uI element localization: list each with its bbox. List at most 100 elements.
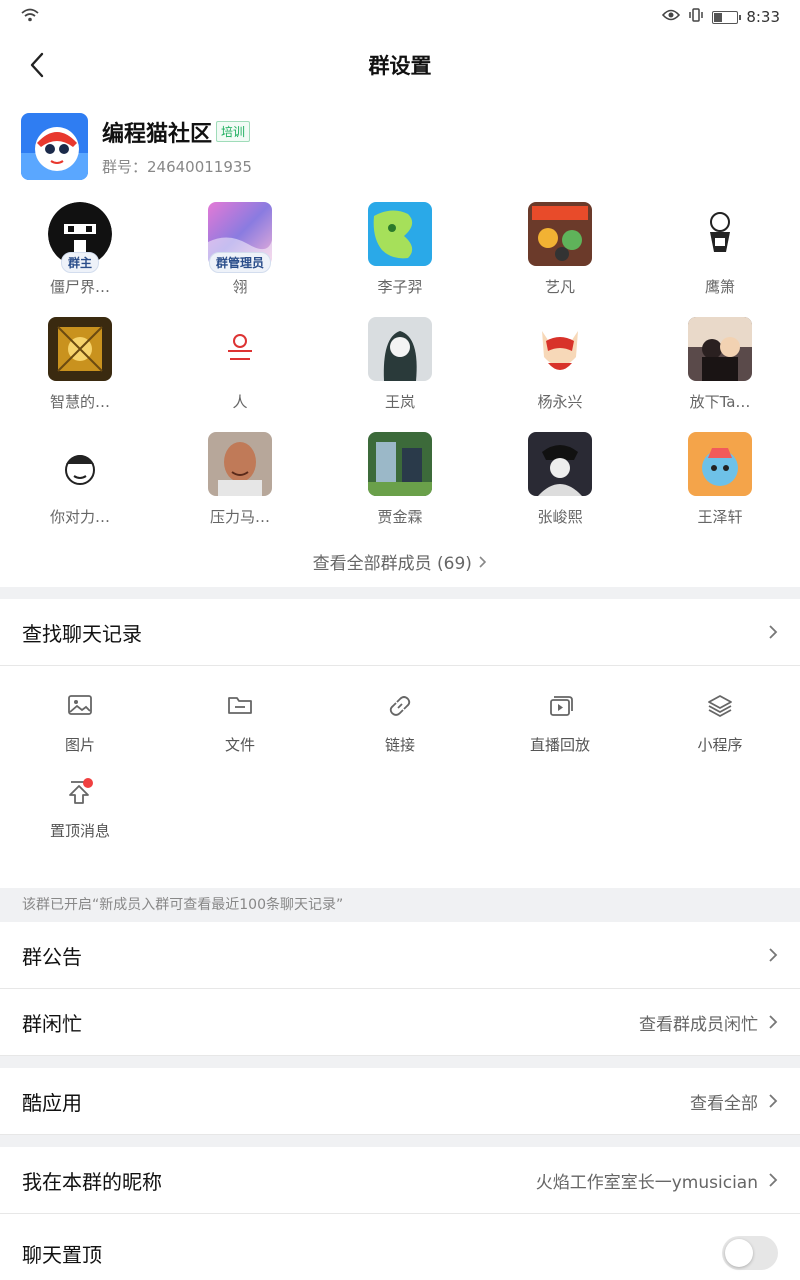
- member-avatar: [368, 432, 432, 496]
- member-name: 王岚: [384, 393, 415, 411]
- tool-label: 文件: [224, 736, 255, 754]
- navigation-bar: 群设置: [0, 34, 800, 96]
- tool-link[interactable]: 链接: [320, 692, 480, 778]
- member-avatar: [48, 317, 112, 381]
- member-name: 人: [232, 393, 248, 411]
- tool-live-replay[interactable]: 直播回放: [480, 692, 640, 778]
- member-item[interactable]: 智慧的…: [0, 317, 160, 432]
- vibrate-icon: [688, 7, 704, 27]
- member-name: 张峻熙: [537, 508, 583, 526]
- member-avatar-wrap: [520, 317, 600, 387]
- group-header[interactable]: 编程猫社区 培训 群号：24640011935: [0, 96, 800, 180]
- member-item[interactable]: 压力马…: [160, 432, 320, 547]
- member-name: 李子羿: [377, 278, 423, 296]
- member-name: 艺凡: [544, 278, 575, 296]
- folder-icon: [226, 692, 254, 724]
- battery-level: [714, 12, 722, 22]
- group-nickname-label: 我在本群的昵称: [22, 1169, 162, 1194]
- busy-status-row[interactable]: 群闲忙 查看群成员闲忙: [0, 989, 800, 1056]
- member-avatar-wrap: [680, 432, 760, 502]
- member-item[interactable]: 贾金霖: [320, 432, 480, 547]
- tool-label: 图片: [64, 736, 95, 754]
- group-type-tag: 培训: [216, 121, 251, 142]
- member-name: 僵尸界…: [49, 278, 110, 296]
- battery-icon: [712, 10, 742, 24]
- member-name: 贾金霖: [377, 508, 423, 526]
- member-name: 放下Ta…: [689, 393, 751, 411]
- member-avatar-wrap: [520, 202, 600, 272]
- wifi-icon: [20, 7, 40, 27]
- group-avatar[interactable]: [21, 112, 88, 180]
- layers-icon: [706, 692, 734, 724]
- cool-apps-row[interactable]: 酷应用 查看全部: [0, 1068, 800, 1135]
- section-gap: [0, 1056, 800, 1068]
- member-item[interactable]: 张峻熙: [480, 432, 640, 547]
- member-item[interactable]: 群管理员翎: [160, 202, 320, 317]
- status-indicators: 8:33: [662, 7, 780, 27]
- announcement-row[interactable]: 群公告: [0, 922, 800, 989]
- member-avatar: [528, 317, 592, 381]
- chevron-right-icon: [769, 948, 778, 962]
- view-all-members-link[interactable]: 查看全部群成员 (69): [0, 547, 800, 587]
- search-chat-history-row[interactable]: 查找聊天记录: [0, 599, 800, 666]
- member-name: 鹰箫: [704, 278, 735, 296]
- busy-status-label: 群闲忙: [22, 1011, 82, 1036]
- tool-label: 置顶消息: [49, 822, 110, 840]
- chevron-left-icon: [30, 52, 44, 78]
- member-avatar-wrap: 群管理员: [200, 202, 280, 273]
- member-avatar-wrap: [680, 317, 760, 387]
- member-avatar: [48, 432, 112, 496]
- pin-chat-row: 聊天置顶: [0, 1214, 800, 1280]
- member-avatar-wrap: [520, 432, 600, 502]
- member-avatar-wrap: [360, 317, 440, 387]
- tool-folder[interactable]: 文件: [160, 692, 320, 778]
- member-avatar-wrap: [680, 202, 760, 272]
- member-avatar-wrap: [360, 432, 440, 502]
- history-notice: 该群已开启“新成员入群可查看最近100条聊天记录”: [0, 888, 800, 922]
- chevron-right-icon: [769, 625, 778, 639]
- member-name: 杨永兴: [537, 393, 583, 411]
- image-icon: [66, 692, 94, 724]
- link-icon: [386, 692, 414, 724]
- cool-apps-label: 酷应用: [22, 1090, 82, 1115]
- busy-status-value: 查看群成员闲忙: [639, 1014, 758, 1035]
- member-avatar: [368, 317, 432, 381]
- member-item[interactable]: 放下Ta…: [640, 317, 800, 432]
- tool-label: 链接: [384, 736, 415, 754]
- view-all-label: 查看全部群成员 (69): [312, 554, 472, 574]
- tool-layers[interactable]: 小程序: [640, 692, 800, 778]
- announcement-label: 群公告: [22, 944, 82, 969]
- member-item[interactable]: 杨永兴: [480, 317, 640, 432]
- member-role-badge: 群主: [60, 252, 100, 273]
- pin-chat-toggle[interactable]: [722, 1236, 778, 1270]
- member-item[interactable]: 王泽轩: [640, 432, 800, 547]
- member-name: 智慧的…: [49, 393, 110, 411]
- member-name: 压力马…: [209, 508, 270, 526]
- member-item[interactable]: 李子羿: [320, 202, 480, 317]
- member-item[interactable]: 你对力…: [0, 432, 160, 547]
- group-nickname-row[interactable]: 我在本群的昵称 火焰工作室室长一ymusician: [0, 1147, 800, 1214]
- chat-tools: 图片 文件 链接 直播回放 小程序置顶消息: [0, 666, 800, 864]
- member-item[interactable]: 鹰箫: [640, 202, 800, 317]
- member-name: 你对力…: [49, 508, 110, 526]
- tool-label: 小程序: [697, 736, 743, 754]
- member-avatar-wrap: [360, 202, 440, 272]
- member-avatar-wrap: [200, 317, 280, 387]
- member-avatar: [528, 432, 592, 496]
- pin-top-icon: [66, 778, 94, 810]
- back-button[interactable]: [20, 48, 54, 82]
- member-item[interactable]: 艺凡: [480, 202, 640, 317]
- member-avatar: [208, 317, 272, 381]
- tool-pin-top[interactable]: 置顶消息: [0, 778, 160, 864]
- member-avatar-wrap: [40, 317, 120, 387]
- tool-label: 直播回放: [529, 736, 590, 754]
- member-name: 翎: [232, 278, 248, 296]
- member-item[interactable]: 人: [160, 317, 320, 432]
- member-item[interactable]: 群主僵尸界…: [0, 202, 160, 317]
- tool-image[interactable]: 图片: [0, 692, 160, 778]
- member-item[interactable]: 王岚: [320, 317, 480, 432]
- group-id: 群号：24640011935: [102, 157, 252, 176]
- status-bar: 8:33: [0, 0, 800, 34]
- search-chat-history-label: 查找聊天记录: [22, 621, 142, 646]
- member-grid: 群主 僵尸界… 群管理员翎李子羿 艺凡 鹰箫 智慧的… 人王岚 杨永兴 放下Ta… 你对力… 压力马…: [0, 202, 800, 547]
